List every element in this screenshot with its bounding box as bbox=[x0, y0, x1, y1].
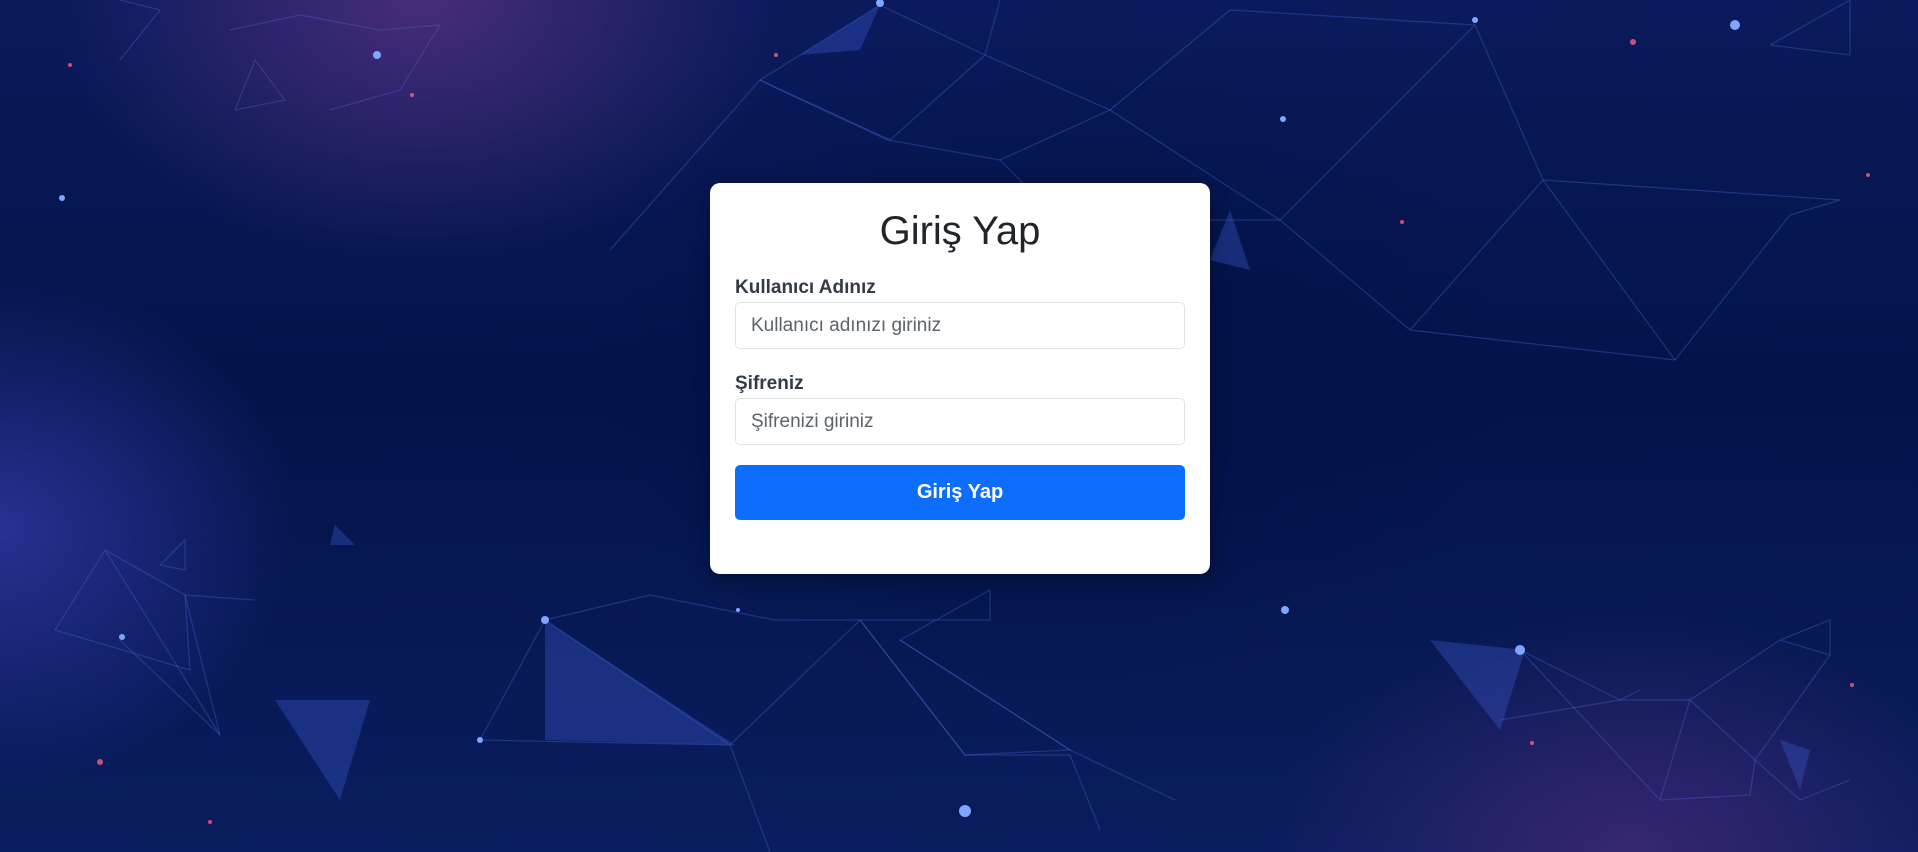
password-label: Şifreniz bbox=[735, 373, 804, 394]
username-label: Kullanıcı Adınız bbox=[735, 277, 876, 298]
login-title: Giriş Yap bbox=[879, 209, 1041, 253]
username-input[interactable] bbox=[735, 302, 1185, 349]
login-card: Giriş Yap Kullanıcı Adınız Şifreniz Giri… bbox=[710, 183, 1210, 574]
password-input[interactable] bbox=[735, 398, 1185, 445]
login-button[interactable]: Giriş Yap bbox=[735, 465, 1185, 520]
